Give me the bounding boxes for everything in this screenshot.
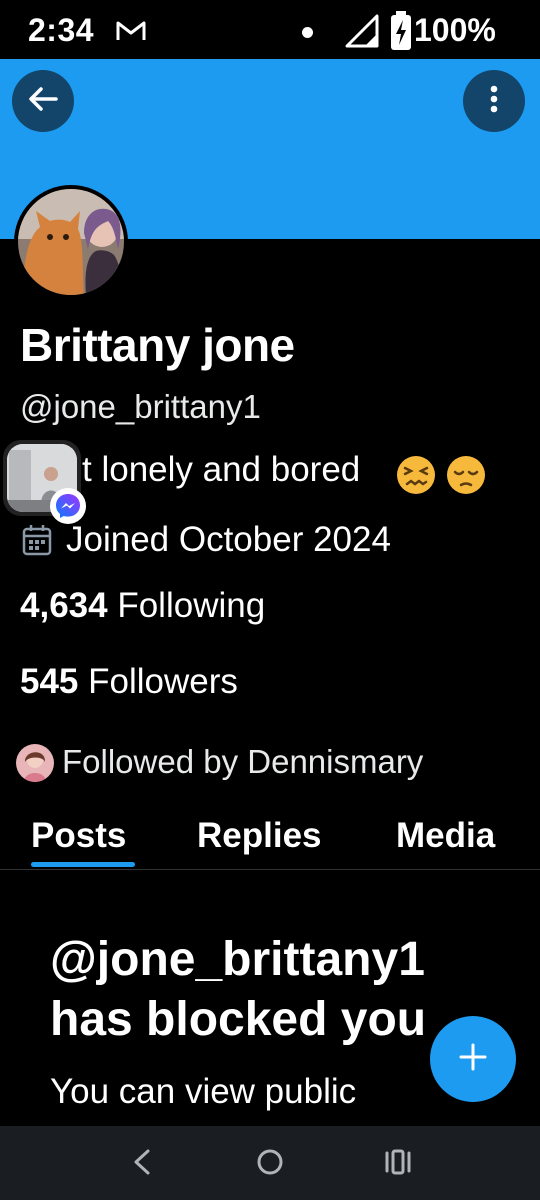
profile-name: Brittany jone <box>20 319 295 371</box>
tab-posts[interactable]: Posts <box>31 816 126 856</box>
status-time: 2:34 <box>28 12 95 48</box>
plus-icon <box>458 1042 488 1077</box>
recents-icon <box>384 1149 412 1180</box>
status-bar: 2:34 100% <box>0 0 540 62</box>
followers-count: 545 <box>20 662 79 701</box>
follower-avatar <box>16 744 54 782</box>
notification-dot-icon <box>302 27 313 38</box>
gmail-icon <box>116 20 146 47</box>
more-vertical-icon <box>490 85 498 118</box>
more-options-button[interactable] <box>463 70 525 132</box>
profile-bio: t lonely and bored <box>82 450 361 489</box>
nav-home-button[interactable] <box>250 1144 290 1184</box>
home-circle-icon <box>256 1148 284 1181</box>
blocked-subtitle: You can view public <box>50 1072 357 1111</box>
confounded-face-emoji <box>396 455 436 495</box>
tab-replies[interactable]: Replies <box>197 816 322 856</box>
followers-label: Followers <box>88 662 238 701</box>
followers-link[interactable]: 545 Followers <box>20 662 238 702</box>
tab-media[interactable]: Media <box>396 816 495 856</box>
system-nav-bar <box>0 1126 540 1200</box>
followed-by-text[interactable]: Followed by Dennismary <box>62 743 423 781</box>
following-count: 4,634 <box>20 586 108 625</box>
battery-charging-icon <box>390 11 412 56</box>
profile-tabs: Posts Replies Media <box>0 806 540 870</box>
nav-recents-button[interactable] <box>378 1144 418 1184</box>
active-tab-indicator <box>31 862 135 867</box>
profile-avatar[interactable] <box>14 185 128 299</box>
blocked-title-line1: @jone_brittany1 <box>50 933 425 986</box>
profile-handle: @jone_brittany1 <box>20 388 261 425</box>
back-button[interactable] <box>12 70 74 132</box>
joined-date: Joined October 2024 <box>66 520 391 559</box>
signal-icon <box>345 14 379 53</box>
calendar-icon <box>22 524 52 561</box>
compose-button[interactable] <box>430 1016 516 1102</box>
following-link[interactable]: 4,634 Following <box>20 586 265 626</box>
nav-back-button[interactable] <box>122 1144 162 1184</box>
pensive-face-emoji <box>446 455 486 495</box>
messenger-icon <box>50 488 86 524</box>
back-triangle-icon <box>133 1149 151 1180</box>
battery-percent: 100% <box>414 12 496 48</box>
arrow-left-icon <box>28 86 58 117</box>
following-label: Following <box>117 586 266 625</box>
